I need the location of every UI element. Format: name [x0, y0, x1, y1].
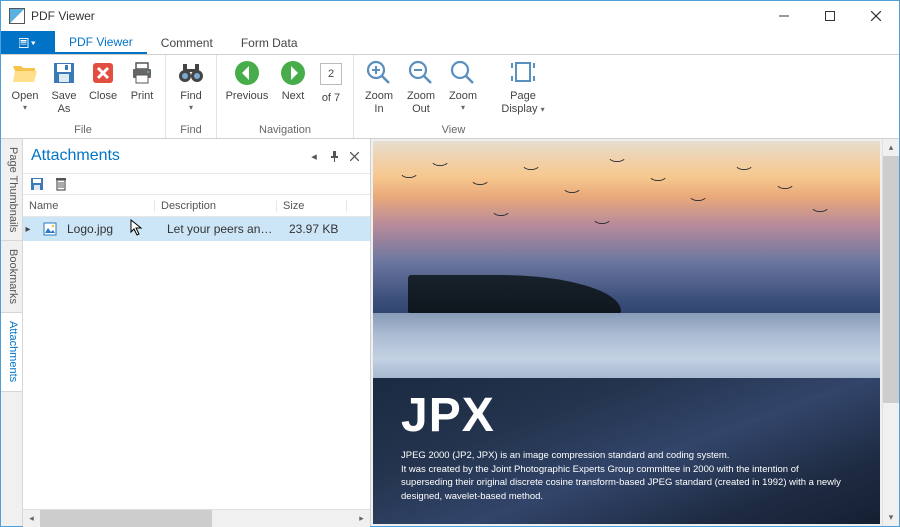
- tab-attachments[interactable]: Attachments: [1, 313, 22, 391]
- scroll-down-button[interactable]: ▾: [883, 509, 899, 526]
- tab-form-data[interactable]: Form Data: [227, 31, 312, 54]
- attachments-columns: Name Description Size: [23, 195, 370, 217]
- collapse-icon[interactable]: ◂: [306, 148, 322, 164]
- save-icon: [50, 59, 78, 87]
- ribbon-group-file: Open ▾ Save As Close Print File: [1, 55, 166, 138]
- arrow-right-icon: [279, 59, 307, 87]
- chevron-down-icon: ▾: [541, 105, 545, 114]
- pin-icon[interactable]: [326, 148, 342, 164]
- cell-name: Logo.jpg: [61, 222, 161, 236]
- document-area: ︶ ︶ ︶ ︶ ︶ ︶ ︶ ︶ ︶ ︶ ︶ ︶ ︶ JPX JPEG 2000 …: [371, 139, 899, 526]
- open-folder-icon: [11, 59, 39, 87]
- open-button[interactable]: Open ▾: [7, 57, 43, 112]
- doc-body: JPEG 2000 (JP2, JPX) is an image compres…: [401, 449, 852, 504]
- chevron-down-icon: ▾: [23, 103, 27, 112]
- menubar: PDF Viewer Comment Form Data: [1, 31, 899, 55]
- image-file-icon: [43, 222, 57, 236]
- app-icon: [9, 8, 25, 24]
- ribbon-group-find: Find ▾ Find: [166, 55, 217, 138]
- zoom-in-icon: [365, 59, 393, 87]
- tab-pdf-viewer[interactable]: PDF Viewer: [55, 31, 147, 54]
- zoom-in-button[interactable]: Zoom In: [360, 57, 398, 115]
- zoom-out-icon: [407, 59, 435, 87]
- main-area: Page Thumbnails Bookmarks Attachments At…: [1, 139, 899, 526]
- print-icon: [128, 59, 156, 87]
- tab-bookmarks[interactable]: Bookmarks: [1, 241, 22, 313]
- col-description[interactable]: Description: [155, 200, 277, 212]
- attachment-save-icon[interactable]: [29, 176, 45, 192]
- maximize-button[interactable]: [807, 1, 853, 31]
- cell-size: 23.97 KB: [283, 222, 353, 236]
- scroll-left-button[interactable]: ◂: [23, 510, 40, 527]
- col-size[interactable]: Size: [277, 200, 347, 212]
- close-button[interactable]: Close: [85, 57, 121, 103]
- col-name[interactable]: Name: [23, 200, 155, 212]
- page-indicator: 2 of 7: [315, 57, 347, 105]
- scroll-thumb[interactable]: [883, 156, 899, 403]
- tab-comment[interactable]: Comment: [147, 31, 227, 54]
- next-button[interactable]: Next: [275, 57, 311, 103]
- close-icon: [89, 59, 117, 87]
- binoculars-icon: [177, 59, 205, 87]
- ribbon: Open ▾ Save As Close Print File Find ▾: [1, 55, 899, 139]
- close-panel-icon[interactable]: [346, 148, 362, 164]
- cell-desc: Let your peers and...: [161, 222, 283, 236]
- minimize-button[interactable]: [761, 1, 807, 31]
- tab-page-thumbnails[interactable]: Page Thumbnails: [1, 139, 22, 241]
- attachments-panel: Attachments ◂ Name Description Size ▸ Lo…: [23, 139, 371, 526]
- ribbon-group-view: Zoom In Zoom Out Zoom ▾ Page Display ▾ V…: [354, 55, 553, 138]
- file-menu-button[interactable]: [1, 31, 55, 54]
- previous-button[interactable]: Previous: [223, 57, 271, 103]
- close-window-button[interactable]: [853, 1, 899, 31]
- scroll-up-button[interactable]: ▴: [883, 139, 899, 156]
- doc-heading: JPX: [401, 388, 852, 443]
- page-display-button[interactable]: Page Display ▾: [499, 57, 547, 115]
- scroll-thumb[interactable]: [40, 510, 212, 527]
- ribbon-group-navigation: Previous Next 2 of 7 Navigation: [217, 55, 354, 138]
- zoom-icon: [449, 59, 477, 87]
- panel-title: Attachments: [31, 147, 120, 165]
- page-display-icon: [509, 59, 537, 87]
- pdf-page[interactable]: ︶ ︶ ︶ ︶ ︶ ︶ ︶ ︶ ︶ ︶ ︶ ︶ ︶ JPX JPEG 2000 …: [373, 141, 880, 524]
- attachment-delete-icon[interactable]: [53, 176, 69, 192]
- zoom-out-button[interactable]: Zoom Out: [402, 57, 440, 115]
- save-as-button[interactable]: Save As: [47, 57, 81, 115]
- find-button[interactable]: Find ▾: [172, 57, 210, 112]
- zoom-button[interactable]: Zoom ▾: [444, 57, 482, 112]
- side-tabs: Page Thumbnails Bookmarks Attachments: [1, 139, 23, 526]
- scroll-right-button[interactable]: ▸: [353, 510, 370, 527]
- page-number-input[interactable]: 2: [320, 63, 342, 85]
- titlebar: PDF Viewer: [1, 1, 899, 31]
- doc-v-scrollbar[interactable]: ▴ ▾: [882, 139, 899, 526]
- table-row[interactable]: ▸ Logo.jpg Let your peers and... 23.97 K…: [23, 217, 370, 241]
- window-title: PDF Viewer: [31, 9, 95, 23]
- arrow-left-icon: [233, 59, 261, 87]
- print-button[interactable]: Print: [125, 57, 159, 103]
- chevron-down-icon: ▾: [461, 103, 465, 112]
- chevron-down-icon: ▾: [189, 103, 193, 112]
- panel-h-scrollbar[interactable]: ◂ ▸: [23, 509, 370, 526]
- row-indicator-icon: ▸: [23, 224, 33, 235]
